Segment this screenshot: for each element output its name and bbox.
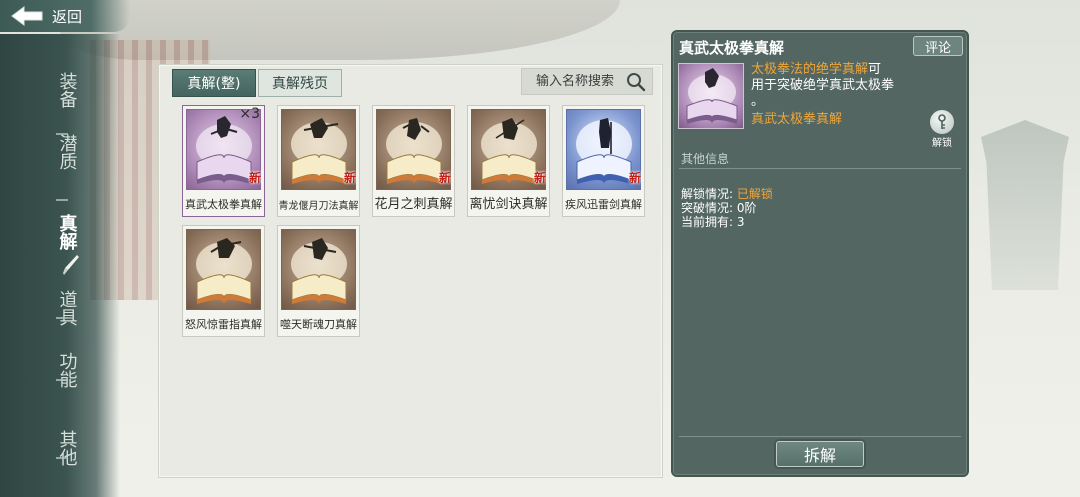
divider xyxy=(679,436,961,437)
item-name: 花月之刺真解 xyxy=(374,197,453,212)
info-row-owned: 当前拥有: 3 xyxy=(681,215,745,229)
new-badge: 新 xyxy=(438,171,451,185)
item-name: 青龙偃月刀法真解 xyxy=(278,201,359,212)
left-nav: 装备 潜质 真解 道具 功能 其他 xyxy=(0,34,120,497)
back-label: 返回 xyxy=(52,7,83,26)
item-list-panel: 真解(整) 真解残页 ×3 新 真武太极拳真解 xyxy=(158,64,663,478)
nav-item-label: 装备 xyxy=(56,72,78,108)
new-badge: 新 xyxy=(533,171,546,185)
unlock-button[interactable]: 解锁 xyxy=(927,110,957,149)
item-name: 疾风迅雷剑真解 xyxy=(565,198,642,211)
desc-text: 可 xyxy=(868,62,882,77)
comment-button[interactable]: 评论 xyxy=(913,36,963,56)
info-label: 突破情况: xyxy=(681,201,734,215)
detail-description: 太极拳法的绝学真解可 用于突破绝学真武太极拳 。 xyxy=(751,62,911,110)
item-art xyxy=(186,229,261,310)
item-name: 离忧剑诀真解 xyxy=(469,197,548,212)
search-icon[interactable] xyxy=(626,72,646,92)
item-card-nufeng[interactable]: 怒风惊雷指真解 xyxy=(182,225,265,337)
new-badge: 新 xyxy=(248,171,261,185)
new-badge: 新 xyxy=(628,171,641,185)
book-icon xyxy=(291,238,347,304)
info-value: 已解锁 xyxy=(736,187,773,201)
item-name: 真武太极拳真解 xyxy=(185,198,262,211)
tab-label: 真解残页 xyxy=(272,76,328,92)
item-count: ×3 xyxy=(239,106,260,122)
desc-text: 。 xyxy=(751,94,765,109)
info-row-breakthrough: 突破情况: 0阶 xyxy=(681,201,757,215)
tab-label: 真解(整) xyxy=(187,76,241,92)
item-art xyxy=(281,229,356,310)
detail-item-icon xyxy=(678,63,744,129)
info-label: 当前拥有: xyxy=(681,215,734,229)
item-name: 怒风惊雷指真解 xyxy=(185,318,262,331)
new-badge: 新 xyxy=(343,171,356,185)
section-label-other-info: 其他信息 xyxy=(681,152,730,166)
info-value: 0阶 xyxy=(736,201,757,215)
detail-panel: 真武太极拳真解 评论 太极拳法的绝学真解可 用于突破绝学真武太极拳 。 真武太极… xyxy=(671,30,969,477)
tab-complete[interactable]: 真解(整) xyxy=(172,69,256,97)
brush-icon xyxy=(63,255,79,275)
nav-item-equipment[interactable]: 装备 xyxy=(52,72,82,108)
detail-title: 真武太极拳真解 xyxy=(679,39,785,57)
info-row-unlock: 解锁情况: 已解锁 xyxy=(681,187,773,201)
search-input[interactable] xyxy=(536,74,626,89)
back-button[interactable]: 返回 xyxy=(0,0,130,32)
item-card-shitian[interactable]: 噬天断魂刀真解 xyxy=(277,225,360,337)
info-label: 解锁情况: xyxy=(681,187,734,201)
desc-text: 用于突破绝学真武太极拳 xyxy=(751,78,895,93)
item-card-jifeng[interactable]: 新 疾风迅雷剑真解 xyxy=(562,105,645,217)
item-card-qinglong[interactable]: 新 青龙偃月刀法真解 xyxy=(277,105,360,217)
desc-highlight: 太极拳法的绝学真解 xyxy=(751,62,869,77)
item-card-liyou[interactable]: 新 离忧剑诀真解 xyxy=(467,105,550,217)
background-pavilion xyxy=(981,120,1069,290)
divider xyxy=(679,168,961,169)
detail-sub-name: 真武太极拳真解 xyxy=(751,112,843,127)
key-icon xyxy=(930,110,954,134)
unlock-label: 解锁 xyxy=(932,138,952,149)
dismantle-button[interactable]: 拆解 xyxy=(776,441,864,467)
search-box xyxy=(521,68,653,95)
item-card-huayue[interactable]: 新 花月之刺真解 xyxy=(372,105,455,217)
book-icon xyxy=(196,238,252,304)
item-name: 噬天断魂刀真解 xyxy=(280,318,357,331)
nav-separators xyxy=(56,133,68,459)
book-icon xyxy=(686,68,738,124)
tab-fragments[interactable]: 真解残页 xyxy=(258,69,342,97)
back-arrow-icon xyxy=(10,5,44,27)
item-card-zhenwu[interactable]: ×3 新 真武太极拳真解 xyxy=(182,105,265,217)
info-value: 3 xyxy=(736,215,745,229)
